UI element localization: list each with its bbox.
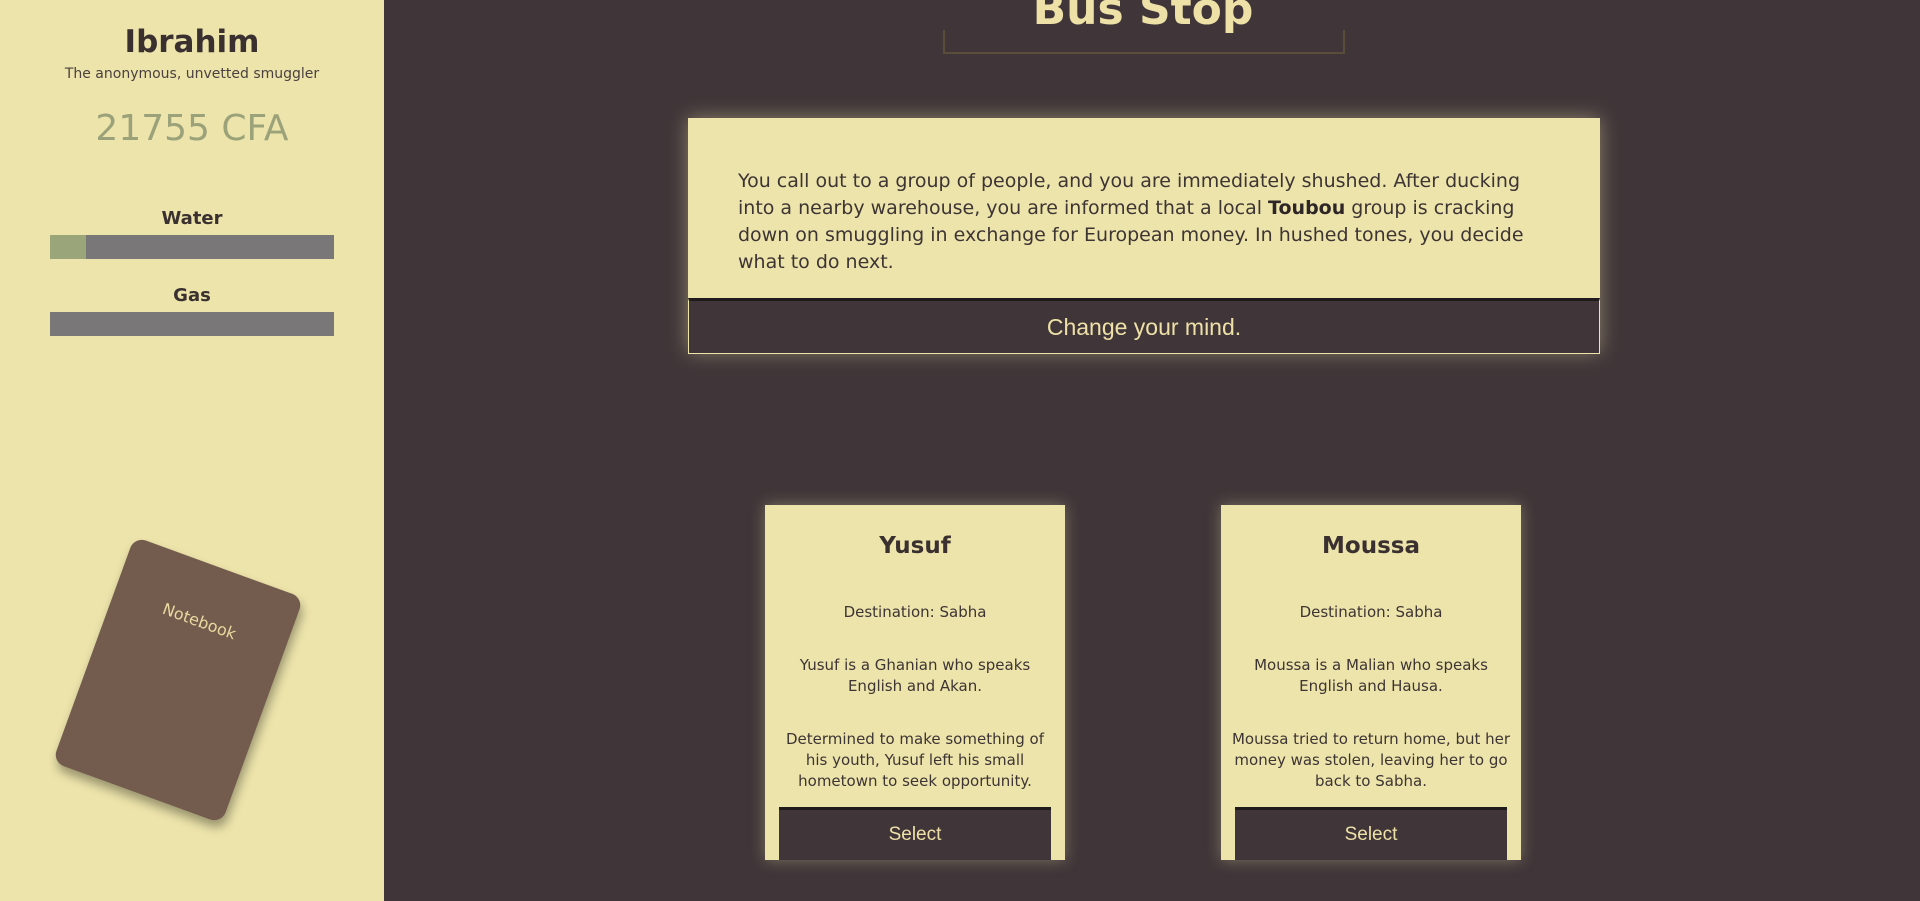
card-story: Determined to make something of his yout… — [785, 730, 1045, 790]
player-name: Ibrahim — [124, 24, 260, 60]
card-destination: Destination: Sabha — [1299, 603, 1443, 621]
gas-meter — [50, 312, 334, 336]
select-yusuf-button[interactable]: Select — [779, 807, 1051, 860]
title-underline — [943, 30, 1345, 54]
story-panel: You call out to a group of people, and y… — [688, 118, 1600, 354]
water-meter-fill — [50, 235, 86, 259]
story-text: You call out to a group of people, and y… — [738, 168, 1558, 276]
money-display: 21755 CFA — [95, 108, 289, 149]
water-meter — [50, 235, 334, 259]
change-mind-button[interactable]: Change your mind. — [688, 298, 1600, 354]
card-description: Moussa is a Malian who speaks English an… — [1254, 656, 1488, 695]
sidebar: Ibrahim The anonymous, unvetted smuggler… — [0, 0, 384, 901]
water-meter-label: Water — [161, 208, 223, 229]
card-destination: Destination: Sabha — [843, 603, 987, 621]
character-card-yusuf: Yusuf Destination: Sabha Yusuf is a Ghan… — [765, 505, 1065, 860]
notebook-label: Notebook — [160, 599, 239, 644]
card-story: Moussa tried to return home, but her mon… — [1231, 730, 1511, 790]
card-name: Yusuf — [879, 533, 951, 559]
story-text-bold: Toubou — [1268, 197, 1346, 219]
player-subtitle: The anonymous, unvetted smuggler — [64, 66, 320, 82]
character-card-moussa: Moussa Destination: Sabha Moussa is a Ma… — [1221, 505, 1521, 860]
select-moussa-button[interactable]: Select — [1235, 807, 1507, 860]
gas-meter-label: Gas — [173, 285, 211, 306]
card-name: Moussa — [1322, 533, 1420, 559]
notebook-button[interactable]: Notebook — [52, 536, 304, 824]
card-description: Yusuf is a Ghanian who speaks English an… — [799, 656, 1031, 695]
